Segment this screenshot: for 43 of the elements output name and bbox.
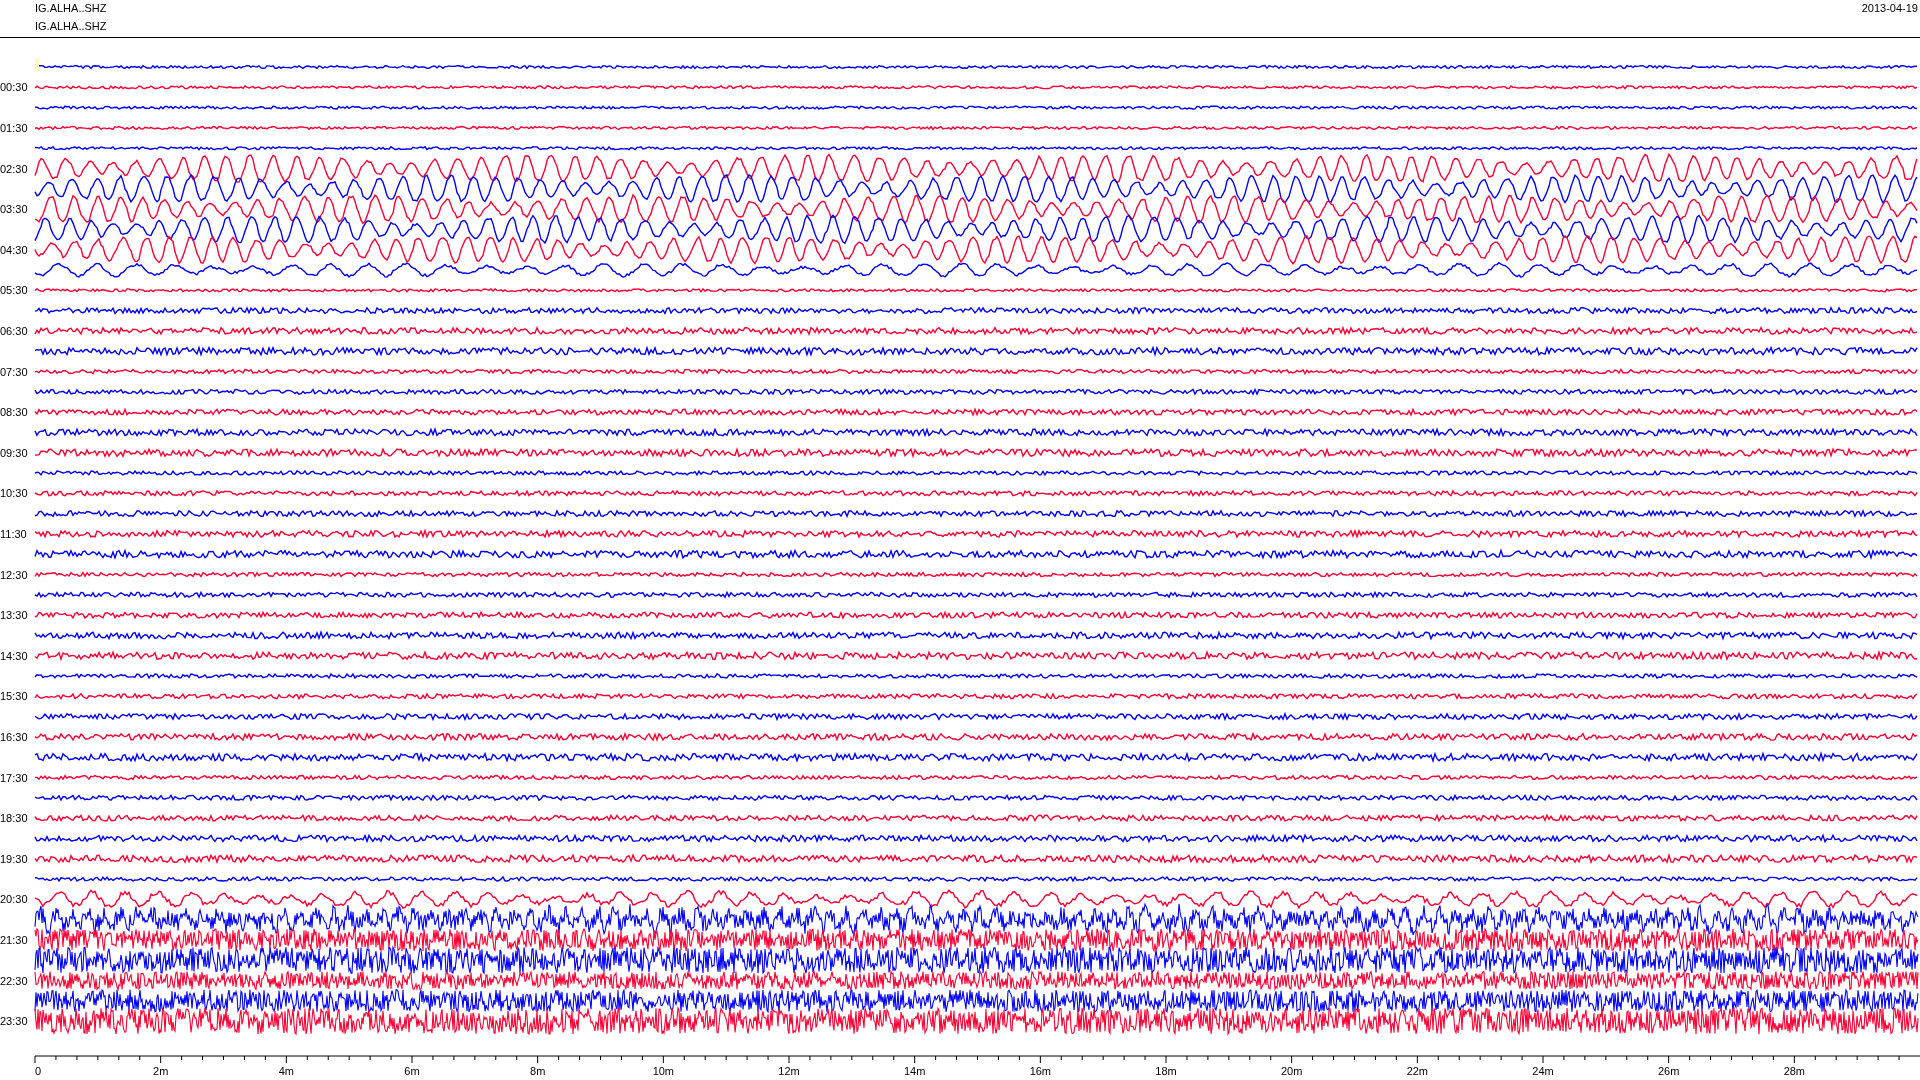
hour-label: 07:30	[0, 365, 28, 378]
start-marker	[35, 58, 39, 71]
hour-label: 21:30	[0, 933, 28, 946]
hour-label: 14:30	[0, 649, 28, 662]
axis-label: 26m	[1657, 1065, 1680, 1077]
hour-label: 16:30	[0, 730, 28, 743]
hour-label: 22:30	[0, 974, 28, 987]
axis-label: 10m	[652, 1065, 675, 1077]
hour-label: 17:30	[0, 771, 28, 784]
axis-label: 18m	[1155, 1065, 1177, 1077]
hour-label: 18:30	[0, 812, 28, 825]
axis-label: 16m	[1029, 1065, 1052, 1077]
hour-label: 00:30	[0, 81, 28, 94]
hour-label: 03:30	[0, 203, 28, 216]
axis-label: 6m	[404, 1065, 420, 1077]
hour-label: 09:30	[0, 446, 28, 459]
hour-label: 06:30	[0, 324, 28, 337]
axis-label: 4m	[278, 1065, 294, 1077]
hour-label: 15:30	[0, 690, 28, 703]
station-title: IG.ALHA..SHZ	[35, 19, 107, 33]
hour-label: 05:30	[0, 284, 28, 297]
hour-label: 19:30	[0, 852, 28, 865]
hour-label: 08:30	[0, 406, 28, 419]
hour-label: 13:30	[0, 609, 28, 622]
hour-label: 02:30	[0, 162, 28, 175]
axis-label: 2m	[153, 1065, 169, 1077]
station-title: IG.ALHA..SHZ	[35, 1, 107, 15]
hour-label: 11:30	[0, 527, 27, 540]
axis-label: 22m	[1406, 1065, 1429, 1077]
axis-label: 8m	[530, 1065, 546, 1077]
axis-label: 14m	[903, 1065, 926, 1077]
axis-label: 12m	[778, 1065, 800, 1077]
axis-label: 24m	[1532, 1065, 1554, 1077]
hour-label: 04:30	[0, 243, 28, 256]
hour-label: 20:30	[0, 893, 28, 906]
axis-label: 0	[35, 1065, 42, 1077]
hour-label: 10:30	[0, 487, 28, 500]
date-label: 2013-04-19	[1861, 1, 1919, 16]
hour-label: 23:30	[0, 1015, 28, 1028]
axis-label: 28m	[1783, 1065, 1806, 1077]
axis-label: 20m	[1280, 1065, 1303, 1077]
hour-label: 01:30	[0, 121, 28, 134]
hour-label: 12:30	[0, 568, 28, 581]
